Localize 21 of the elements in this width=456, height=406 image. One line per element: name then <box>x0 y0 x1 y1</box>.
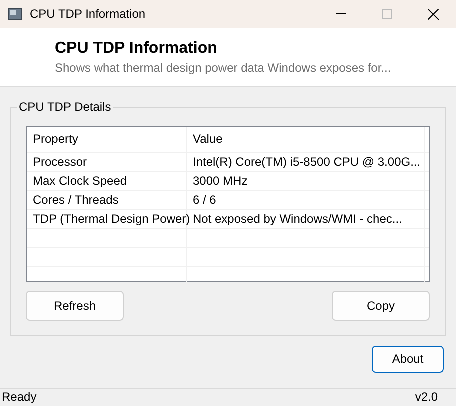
table-cell: Processor <box>27 152 187 171</box>
version-text: v2.0 <box>415 390 438 404</box>
table-cell: 6 / 6 <box>187 190 425 209</box>
refresh-button[interactable]: Refresh <box>26 290 124 321</box>
table-cell: TDP (Thermal Design Power) <box>27 210 187 228</box>
table-cell: Intel(R) Core(TM) i5-8500 CPU @ 3.00G... <box>187 152 425 171</box>
group-title: CPU TDP Details <box>17 100 114 114</box>
column-header[interactable]: Value <box>187 126 425 152</box>
column-header[interactable]: Property <box>27 126 187 152</box>
header-subtitle: Shows what thermal design power data Windows exposes for... <box>55 61 392 75</box>
window-title: CPU TDP Information <box>30 7 147 21</box>
status-text: Ready <box>2 390 37 404</box>
copy-button[interactable]: Copy <box>332 290 430 321</box>
table-cell: Max Clock Speed <box>27 172 187 190</box>
table-cell: 3000 MHz <box>187 172 425 190</box>
table-cell: Cores / Threads <box>27 190 187 209</box>
about-button[interactable]: About <box>372 346 444 373</box>
close-icon <box>428 8 438 20</box>
maximize-icon <box>382 9 392 19</box>
app-icon <box>8 8 22 20</box>
header-title: CPU TDP Information <box>55 40 218 58</box>
